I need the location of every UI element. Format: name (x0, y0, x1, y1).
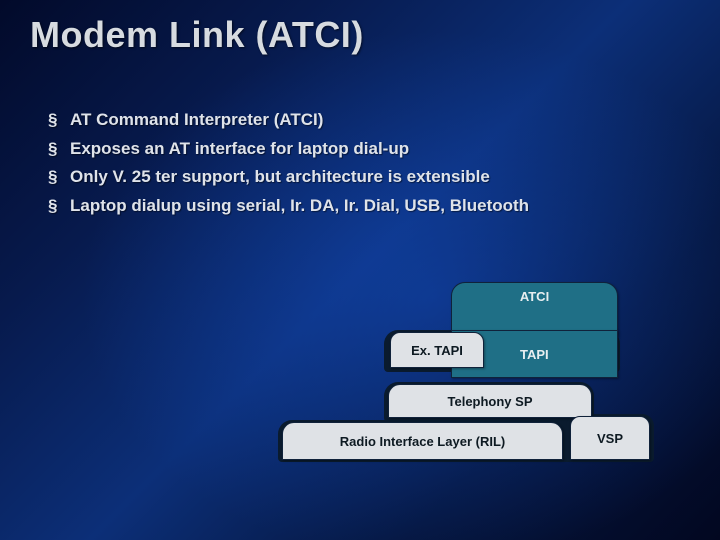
box-telephony-sp: Telephony SP (388, 384, 592, 418)
box-label: Ex. TAPI (405, 343, 469, 358)
box-atci: ATCI (451, 282, 618, 336)
box-vsp: VSP (570, 416, 650, 460)
box-label: Telephony SP (442, 394, 539, 409)
box-label: ATCI (514, 289, 555, 304)
box-label: Radio Interface Layer (RIL) (334, 434, 511, 449)
box-extapi: Ex. TAPI (390, 332, 484, 368)
box-ril: Radio Interface Layer (RIL) (282, 422, 563, 460)
box-label: TAPI (514, 347, 555, 362)
architecture-diagram: ATCI TAPI Ex. TAPI Telephony SP Radio In… (0, 0, 720, 540)
box-label: VSP (591, 431, 629, 446)
